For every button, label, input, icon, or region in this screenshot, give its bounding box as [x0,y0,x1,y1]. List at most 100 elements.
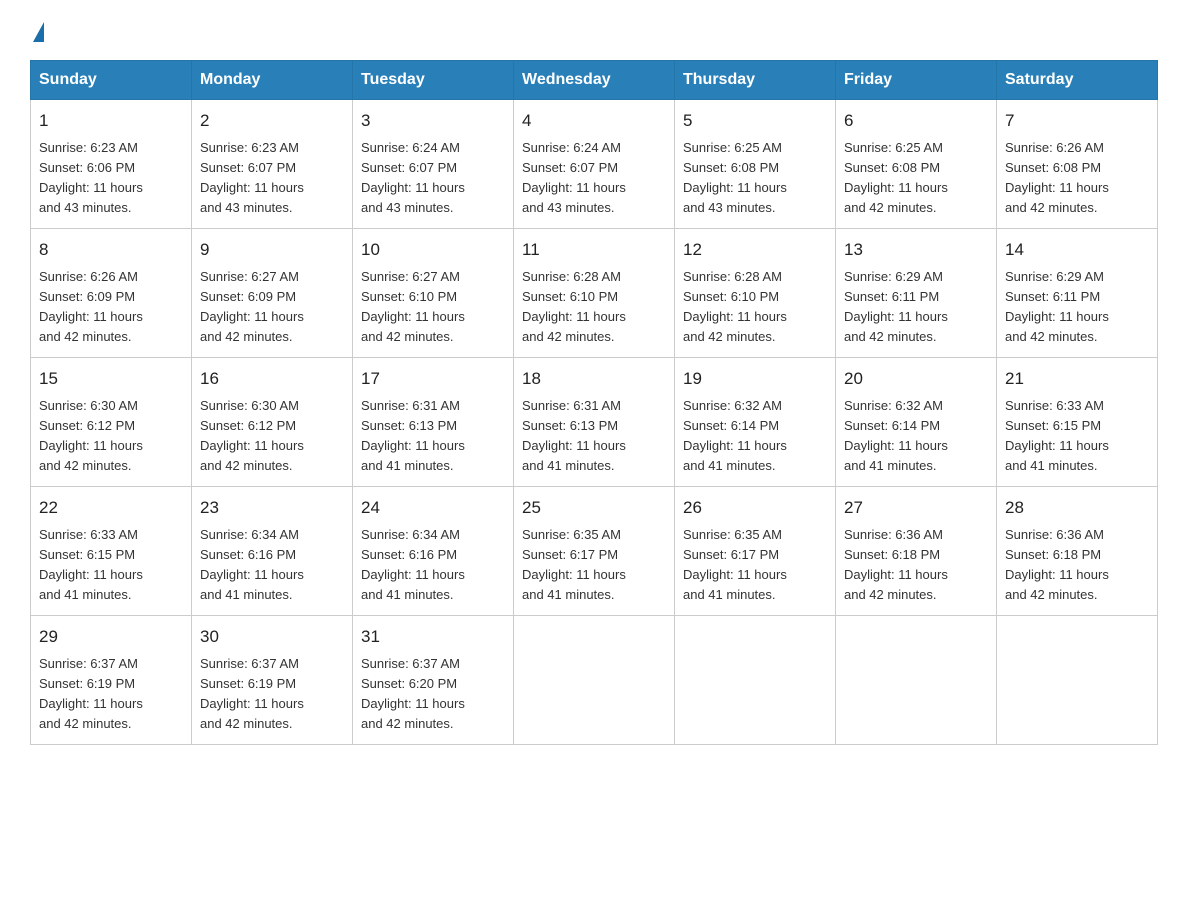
calendar-day-cell [836,616,997,745]
calendar-day-cell: 9 Sunrise: 6:27 AMSunset: 6:09 PMDaylight… [192,229,353,358]
day-info: Sunrise: 6:29 AMSunset: 6:11 PMDaylight:… [1005,267,1149,348]
day-number: 11 [522,237,666,263]
calendar-day-cell: 29 Sunrise: 6:37 AMSunset: 6:19 PMDayligh… [31,616,192,745]
calendar-day-cell: 24 Sunrise: 6:34 AMSunset: 6:16 PMDayligh… [353,487,514,616]
day-info: Sunrise: 6:27 AMSunset: 6:09 PMDaylight:… [200,267,344,348]
day-info: Sunrise: 6:31 AMSunset: 6:13 PMDaylight:… [522,396,666,477]
day-info: Sunrise: 6:29 AMSunset: 6:11 PMDaylight:… [844,267,988,348]
day-number: 26 [683,495,827,521]
day-info: Sunrise: 6:34 AMSunset: 6:16 PMDaylight:… [361,525,505,606]
day-number: 18 [522,366,666,392]
day-info: Sunrise: 6:27 AMSunset: 6:10 PMDaylight:… [361,267,505,348]
day-info: Sunrise: 6:26 AMSunset: 6:08 PMDaylight:… [1005,138,1149,219]
calendar-day-cell: 2 Sunrise: 6:23 AMSunset: 6:07 PMDaylight… [192,100,353,229]
calendar-table: SundayMondayTuesdayWednesdayThursdayFrid… [30,60,1158,745]
day-number: 6 [844,108,988,134]
calendar-header-row: SundayMondayTuesdayWednesdayThursdayFrid… [31,61,1158,100]
day-number: 22 [39,495,183,521]
day-number: 24 [361,495,505,521]
day-info: Sunrise: 6:37 AMSunset: 6:19 PMDaylight:… [200,654,344,735]
day-number: 23 [200,495,344,521]
calendar-day-cell: 7 Sunrise: 6:26 AMSunset: 6:08 PMDaylight… [997,100,1158,229]
weekday-header-monday: Monday [192,61,353,100]
day-info: Sunrise: 6:32 AMSunset: 6:14 PMDaylight:… [683,396,827,477]
day-info: Sunrise: 6:30 AMSunset: 6:12 PMDaylight:… [200,396,344,477]
day-number: 17 [361,366,505,392]
day-number: 12 [683,237,827,263]
day-number: 30 [200,624,344,650]
page-header [30,20,1158,42]
day-number: 7 [1005,108,1149,134]
day-number: 9 [200,237,344,263]
calendar-day-cell: 16 Sunrise: 6:30 AMSunset: 6:12 PMDayligh… [192,358,353,487]
calendar-week-row: 29 Sunrise: 6:37 AMSunset: 6:19 PMDayligh… [31,616,1158,745]
calendar-day-cell: 3 Sunrise: 6:24 AMSunset: 6:07 PMDaylight… [353,100,514,229]
calendar-day-cell: 4Sunrise: 6:24 AMSunset: 6:07 PMDaylight… [514,100,675,229]
day-info: Sunrise: 6:25 AMSunset: 6:08 PMDaylight:… [683,138,827,219]
calendar-day-cell: 13 Sunrise: 6:29 AMSunset: 6:11 PMDayligh… [836,229,997,358]
calendar-week-row: 8 Sunrise: 6:26 AMSunset: 6:09 PMDaylight… [31,229,1158,358]
calendar-day-cell: 11 Sunrise: 6:28 AMSunset: 6:10 PMDayligh… [514,229,675,358]
day-number: 20 [844,366,988,392]
day-info: Sunrise: 6:23 AMSunset: 6:07 PMDaylight:… [200,138,344,219]
day-info: Sunrise: 6:30 AMSunset: 6:12 PMDaylight:… [39,396,183,477]
day-number: 15 [39,366,183,392]
weekday-header-tuesday: Tuesday [353,61,514,100]
weekday-header-saturday: Saturday [997,61,1158,100]
day-info: Sunrise: 6:36 AMSunset: 6:18 PMDaylight:… [844,525,988,606]
day-number: 8 [39,237,183,263]
day-number: 14 [1005,237,1149,263]
day-info: Sunrise: 6:34 AMSunset: 6:16 PMDaylight:… [200,525,344,606]
day-info: Sunrise: 6:25 AMSunset: 6:08 PMDaylight:… [844,138,988,219]
calendar-day-cell: 18 Sunrise: 6:31 AMSunset: 6:13 PMDayligh… [514,358,675,487]
calendar-week-row: 22 Sunrise: 6:33 AMSunset: 6:15 PMDayligh… [31,487,1158,616]
weekday-header-friday: Friday [836,61,997,100]
day-number: 27 [844,495,988,521]
day-number: 21 [1005,366,1149,392]
day-number: 2 [200,108,344,134]
weekday-header-wednesday: Wednesday [514,61,675,100]
day-info: Sunrise: 6:35 AMSunset: 6:17 PMDaylight:… [683,525,827,606]
calendar-week-row: 15 Sunrise: 6:30 AMSunset: 6:12 PMDayligh… [31,358,1158,487]
day-info: Sunrise: 6:28 AMSunset: 6:10 PMDaylight:… [522,267,666,348]
calendar-day-cell: 28 Sunrise: 6:36 AMSunset: 6:18 PMDayligh… [997,487,1158,616]
calendar-day-cell [997,616,1158,745]
day-info: Sunrise: 6:33 AMSunset: 6:15 PMDaylight:… [1005,396,1149,477]
calendar-day-cell: 14 Sunrise: 6:29 AMSunset: 6:11 PMDayligh… [997,229,1158,358]
weekday-header-sunday: Sunday [31,61,192,100]
calendar-day-cell: 27 Sunrise: 6:36 AMSunset: 6:18 PMDayligh… [836,487,997,616]
calendar-day-cell: 15 Sunrise: 6:30 AMSunset: 6:12 PMDayligh… [31,358,192,487]
day-number: 19 [683,366,827,392]
day-number: 5 [683,108,827,134]
day-info: Sunrise: 6:37 AMSunset: 6:19 PMDaylight:… [39,654,183,735]
day-number: 13 [844,237,988,263]
day-number: 28 [1005,495,1149,521]
calendar-day-cell: 20 Sunrise: 6:32 AMSunset: 6:14 PMDayligh… [836,358,997,487]
calendar-day-cell: 31 Sunrise: 6:37 AMSunset: 6:20 PMDayligh… [353,616,514,745]
day-number: 3 [361,108,505,134]
day-info: Sunrise: 6:24 AMSunset: 6:07 PMDaylight:… [361,138,505,219]
day-number: 10 [361,237,505,263]
day-info: Sunrise: 6:35 AMSunset: 6:17 PMDaylight:… [522,525,666,606]
day-info: Sunrise: 6:37 AMSunset: 6:20 PMDaylight:… [361,654,505,735]
calendar-day-cell [675,616,836,745]
day-number: 16 [200,366,344,392]
calendar-day-cell: 12 Sunrise: 6:28 AMSunset: 6:10 PMDayligh… [675,229,836,358]
logo [30,20,44,42]
day-number: 31 [361,624,505,650]
calendar-week-row: 1Sunrise: 6:23 AMSunset: 6:06 PMDaylight… [31,100,1158,229]
day-info: Sunrise: 6:28 AMSunset: 6:10 PMDaylight:… [683,267,827,348]
day-number: 29 [39,624,183,650]
calendar-day-cell: 26 Sunrise: 6:35 AMSunset: 6:17 PMDayligh… [675,487,836,616]
day-info: Sunrise: 6:33 AMSunset: 6:15 PMDaylight:… [39,525,183,606]
day-info: Sunrise: 6:32 AMSunset: 6:14 PMDaylight:… [844,396,988,477]
calendar-day-cell: 22 Sunrise: 6:33 AMSunset: 6:15 PMDayligh… [31,487,192,616]
calendar-day-cell: 8 Sunrise: 6:26 AMSunset: 6:09 PMDaylight… [31,229,192,358]
calendar-day-cell: 25 Sunrise: 6:35 AMSunset: 6:17 PMDayligh… [514,487,675,616]
weekday-header-thursday: Thursday [675,61,836,100]
calendar-day-cell: 5 Sunrise: 6:25 AMSunset: 6:08 PMDaylight… [675,100,836,229]
day-info: Sunrise: 6:36 AMSunset: 6:18 PMDaylight:… [1005,525,1149,606]
calendar-day-cell: 23 Sunrise: 6:34 AMSunset: 6:16 PMDayligh… [192,487,353,616]
day-info: Sunrise: 6:26 AMSunset: 6:09 PMDaylight:… [39,267,183,348]
day-number: 25 [522,495,666,521]
